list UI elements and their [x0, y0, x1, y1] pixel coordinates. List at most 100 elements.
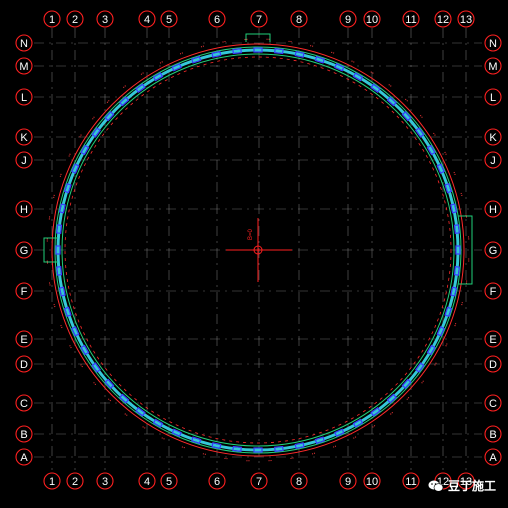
axis-bubble-right-L: L: [484, 88, 502, 106]
axis-bubble-bottom-11: 11: [402, 472, 420, 490]
axis-bubble-left-N-label: N: [20, 38, 28, 50]
axis-bubble-bottom-11-label: 11: [405, 476, 416, 488]
axis-bubble-top-1-label: 1: [49, 14, 55, 26]
dash-tick: [160, 436, 165, 440]
axis-bubble-left-J-label: J: [21, 155, 27, 167]
axis-bubble-bottom-8: 8: [290, 472, 308, 490]
axis-bubble-right-H-label: H: [489, 204, 497, 216]
dash-tick: [351, 60, 356, 64]
axis-bubble-bottom-1: 1: [43, 472, 61, 490]
dash-tick: [53, 193, 55, 198]
dash-tick: [68, 152, 72, 157]
dash-tick: [92, 381, 97, 385]
dash-tick: [444, 343, 448, 348]
dash-tick: [59, 172, 62, 177]
axis-bubble-right-C-label: C: [489, 398, 497, 410]
axis-bubble-right-D-label: D: [489, 359, 497, 371]
dash-tick: [311, 452, 316, 455]
axis-bubble-right-M: M: [484, 57, 502, 75]
dash-tick: [179, 51, 184, 55]
axis-bubble-right-C: C: [484, 394, 502, 412]
watermark-text: 豆丁施工: [447, 479, 496, 493]
dash-tick: [59, 324, 63, 329]
axis-bubble-right-M-label: M: [488, 61, 497, 73]
axis-bubble-top-6-label: 6: [214, 14, 220, 26]
dash-tick: [453, 171, 457, 176]
axis-bubble-bottom-9: 9: [339, 472, 357, 490]
axis-bubble-top-7: 7: [250, 10, 268, 28]
axis-bubble-left-D: D: [15, 355, 33, 373]
axis-bubble-left-F: F: [15, 282, 33, 300]
axis-bubble-bottom-9-label: 9: [345, 476, 351, 488]
axis-bubble-bottom-4: 4: [138, 472, 156, 490]
axis-bubble-top-5-label: 5: [166, 14, 172, 26]
axis-bubble-top-12-label: 12: [437, 14, 449, 26]
axis-bubble-left-C-label: C: [20, 398, 28, 410]
dash-tick: [48, 281, 51, 286]
dash-tick: [352, 436, 357, 440]
watermark: 豆丁施工: [428, 477, 496, 494]
axis-bubble-bottom-2-label: 2: [72, 476, 78, 488]
axis-bubble-right-D: D: [484, 355, 502, 373]
dash-tick: [201, 453, 206, 455]
axis-bubble-right-E: E: [484, 330, 502, 348]
axis-bubble-right-B-label: B: [489, 429, 496, 441]
axis-bubble-right-N: N: [484, 34, 502, 52]
axis-bubble-left-E: E: [15, 330, 33, 348]
dash-tick: [141, 425, 146, 429]
axis-bubble-top-8: 8: [290, 10, 308, 28]
dash-tick: [289, 457, 294, 460]
axis-bubble-right-A-label: A: [489, 452, 497, 464]
axis-bubble-bottom-4-label: 4: [144, 476, 150, 488]
dash-tick: [222, 40, 227, 43]
dash-tick: [405, 397, 410, 401]
axis-bubble-right-A: A: [484, 448, 502, 466]
dash-tick: [106, 99, 111, 103]
axis-bubble-bottom-5-label: 5: [166, 476, 172, 488]
axis-bubble-left-A: A: [15, 448, 33, 466]
axis-bubble-right-K: K: [484, 128, 502, 146]
dash-tick: [123, 412, 128, 416]
dash-tick: [370, 71, 375, 75]
axis-bubble-right-F-label: F: [490, 286, 497, 298]
axis-bubble-left-K-label: K: [20, 132, 28, 144]
dash-tick: [444, 151, 448, 156]
dash-tick: [331, 51, 336, 54]
axis-bubble-top-3-label: 3: [102, 14, 108, 26]
axis-bubble-left-L-label: L: [21, 92, 27, 104]
axis-bubble-top-13: 13: [457, 10, 475, 28]
axis-bubble-left-D-label: D: [20, 359, 28, 371]
axis-bubble-right-L-label: L: [490, 92, 496, 104]
dash-tick: [53, 303, 56, 308]
axis-bubble-bottom-8-label: 8: [296, 476, 302, 488]
wechat-logo-icon: [428, 480, 444, 492]
axis-bubble-left-L: L: [15, 88, 33, 106]
dash-tick: [461, 302, 463, 307]
axis-bubble-top-4: 4: [138, 10, 156, 28]
axis-bubble-top-8-label: 8: [296, 14, 302, 26]
dash-tick: [68, 344, 72, 349]
axis-bubble-top-12: 12: [434, 10, 452, 28]
axis-bubble-right-B: B: [484, 425, 502, 443]
axis-bubble-right-J-label: J: [490, 155, 496, 167]
axis-bubble-bottom-6: 6: [208, 472, 226, 490]
axis-bubble-left-M-label: M: [19, 61, 28, 73]
axis-bubble-top-11-label: 11: [405, 14, 416, 26]
axis-bubble-left-H: H: [15, 200, 33, 218]
dash-tick: [388, 84, 393, 88]
axis-bubble-left-B: B: [15, 425, 33, 443]
axis-bubble-top-3: 3: [96, 10, 114, 28]
axis-bubble-left-B-label: B: [20, 429, 27, 441]
axis-bubble-left-M: M: [15, 57, 33, 75]
axis-bubble-bottom-1-label: 1: [49, 476, 55, 488]
axis-bubble-top-10-label: 10: [366, 14, 378, 26]
axis-bubble-left-G-label: G: [20, 245, 29, 257]
dash-tick: [454, 323, 457, 328]
dash-tick: [107, 397, 111, 402]
axis-bubble-left-F-label: F: [21, 286, 28, 298]
dash-tick: [465, 214, 468, 219]
axis-bubble-right-J: J: [484, 151, 502, 169]
axis-bubble-bottom-2: 2: [66, 472, 84, 490]
dash-tick: [200, 45, 205, 48]
axis-bubble-bottom-7: 7: [250, 472, 268, 490]
